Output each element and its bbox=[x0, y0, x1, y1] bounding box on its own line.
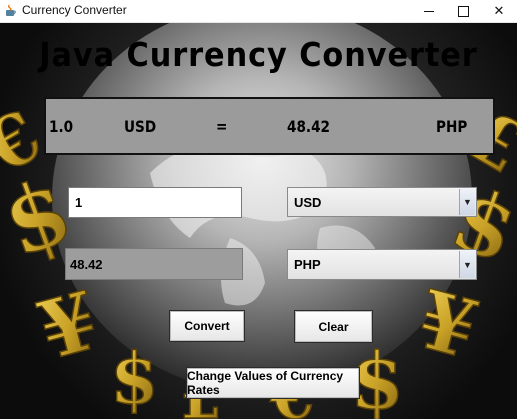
from-currency-value: USD bbox=[294, 194, 322, 210]
result-converted-value: 48.42 bbox=[287, 117, 331, 136]
to-currency-select[interactable]: PHP ▼ bbox=[287, 249, 477, 280]
triangle-down-icon[interactable]: ▼ bbox=[459, 251, 475, 278]
result-panel: 1.0 USD = 48.42 PHP bbox=[44, 97, 495, 155]
app-content: $ ¥ $ £ € $ ¥ $ € £ Java Currency Conver… bbox=[0, 23, 517, 419]
triangle-down-icon[interactable]: ▼ bbox=[459, 189, 475, 215]
globe-currency-background: $ ¥ $ £ € $ ¥ $ € £ bbox=[0, 23, 517, 419]
to-currency-value: PHP bbox=[294, 257, 321, 272]
app-window: Currency Converter ✕ $ ¥ $ $ ¥ $ € Java … bbox=[0, 0, 517, 419]
title-bar[interactable]: Currency Converter ✕ bbox=[0, 0, 517, 23]
minimize-button[interactable] bbox=[412, 0, 446, 22]
result-amount: 1.0 bbox=[49, 117, 74, 136]
close-button[interactable]: ✕ bbox=[482, 0, 516, 22]
converted-output-field: 48.42 bbox=[65, 248, 243, 280]
app-heading: Java Currency Converter bbox=[39, 35, 478, 74]
java-cup-icon bbox=[6, 4, 16, 16]
result-from-currency: USD bbox=[124, 117, 157, 136]
minimize-icon bbox=[424, 10, 434, 12]
from-currency-select[interactable]: USD ▼ bbox=[287, 187, 477, 217]
window-title: Currency Converter bbox=[22, 3, 127, 17]
maximize-button[interactable] bbox=[446, 0, 480, 22]
amount-input[interactable]: 1 bbox=[68, 187, 242, 218]
svg-text:$: $ bbox=[110, 337, 159, 419]
clear-button[interactable]: Clear bbox=[294, 310, 373, 343]
close-icon: ✕ bbox=[493, 3, 505, 19]
maximize-icon bbox=[457, 5, 469, 17]
result-equals: = bbox=[216, 117, 228, 136]
change-rates-button[interactable]: Change Values of Currency Rates bbox=[186, 367, 360, 399]
convert-button[interactable]: Convert bbox=[169, 310, 245, 342]
result-to-currency: PHP bbox=[436, 117, 468, 136]
